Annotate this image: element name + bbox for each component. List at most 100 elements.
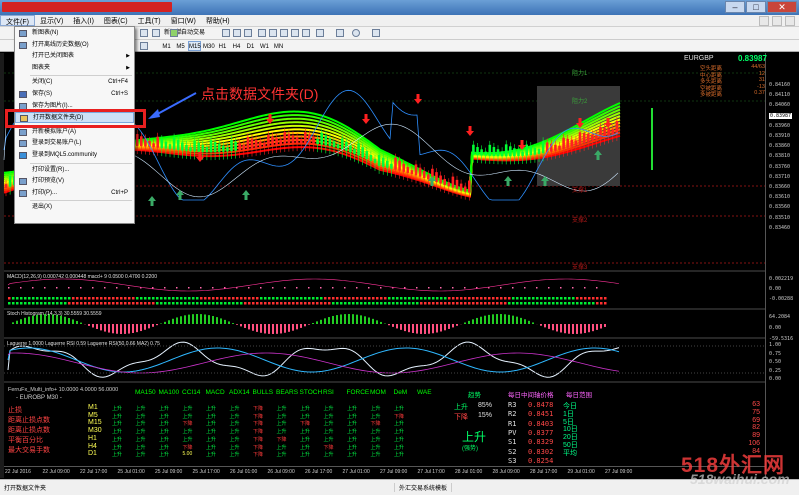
file-menu-item-9[interactable]: 登录到交易账户(L) [15,138,134,149]
macd-dot [16,302,19,305]
file-menu-label: 打印预览(V) [32,178,64,185]
indicator-header: FORCE [346,389,370,396]
file-menu-shortcut: Ctrl+S [111,91,128,97]
macd-dot [72,302,75,305]
macd-dot [88,302,91,305]
stoch-bar [576,324,578,334]
signal-cell: 上升 [323,413,334,420]
file-menu-item-5[interactable]: 保存(S) Ctrl+S [15,89,134,100]
macd-dot [248,297,251,300]
macd-dot [88,297,91,300]
big-signal-sub: (强势) [462,446,478,452]
candle-body [422,171,426,179]
candle-body [525,144,528,156]
signal-cell: 上升 [370,444,381,451]
macd-dot [272,297,275,300]
macd-dot [544,297,547,300]
macd-dot [504,302,507,305]
candle-body [263,142,266,147]
macd-dot [212,302,215,305]
down-label: 下降 [454,414,468,421]
stoch-bar [556,324,558,332]
signal-cell: 下降 [394,413,405,420]
candle-body [582,133,586,144]
file-menu-item-2[interactable]: 打开已关闭图表 ▶ [15,51,134,62]
stoch-bar [492,314,494,324]
file-menu-item-0[interactable]: 新图表(N) [15,28,134,39]
file-menu-item-13[interactable]: 打印(P)... Ctrl+P [15,188,134,199]
macd-dot [580,297,583,300]
candle-body [312,136,315,144]
stoch-bar [224,319,226,324]
macd-dot [96,302,99,305]
macd-dot [332,297,335,300]
day-range-value: 89 [752,432,760,440]
macd-dot [200,297,203,300]
macd-dot [216,302,219,305]
stoch-bar [16,320,18,324]
time-tick: 28 Jul 01:00 [455,469,483,475]
pivot-value: 0.8302 [528,447,554,456]
macd-dot [316,302,319,305]
candle-body [176,140,180,151]
macd-dot [600,297,603,300]
stoch-bar [564,324,566,334]
macd-dot [388,302,391,305]
stoch-bar [220,318,222,324]
stoch-bar [416,324,418,334]
macd-dot [396,297,399,300]
macd-dot [600,302,603,305]
file-menu-item-12[interactable]: 打印预览(V) [15,176,134,187]
macd-dot [288,297,291,300]
stoch-bar [568,324,570,334]
stoch-bar [140,324,142,332]
macd-dot [196,302,199,305]
macd-dot [428,302,431,305]
macd-dot [604,297,607,300]
macd-dot [540,302,543,305]
stoch-bar [368,317,370,324]
demo-account-icon [19,128,27,136]
timeframe-row-label: M30 [88,427,102,435]
candle-body [570,139,574,147]
candle-body [480,149,483,156]
macd-dot [32,287,34,289]
macd-dot [116,302,119,305]
macd-dot [500,287,502,289]
file-menu-item-1[interactable]: 打开离线历史数据(O) [15,40,134,51]
file-menu-item-4[interactable]: 关闭(C) Ctrl+F4 [15,77,134,88]
macd-dot [24,302,27,305]
macd-dot [104,287,106,289]
macd-dot [484,302,487,305]
signal-cell: 上升 [135,444,146,451]
macd-dot [420,302,423,305]
stoch-bar [244,324,246,328]
macd-dot [416,287,418,289]
signal-cell: 上升 [112,421,123,428]
file-menu-item-8[interactable]: 开新模拟账户(A) [15,127,134,138]
macd-dot [472,302,475,305]
macd-dot [268,302,271,305]
macd-dot [176,302,179,305]
signal-cell: 上升 [229,421,240,428]
signal-cell: 下降 [370,421,381,428]
file-menu-item-3[interactable]: 图表夹 ▶ [15,63,134,74]
macd-dot [568,297,571,300]
symbol-label: EURGBP [684,55,714,62]
pane-axis-tick: 0.00 [769,286,782,292]
indicator-header: MACD [205,389,225,396]
candle-body [394,157,397,170]
candle-body [164,141,168,149]
info-row-value: 0.37 [754,90,765,96]
file-menu-item-10[interactable]: 登录到MQL5.community [15,150,134,161]
pivot-key: PV [508,428,517,437]
timeframe-row-label: D1 [88,450,97,458]
file-menu-item-14[interactable]: 退出(X) [15,202,134,213]
pivot-key: R2 [508,410,517,419]
file-menu-item-11[interactable]: 打印设置(R)... [15,165,134,176]
up-label: 上升 [454,404,468,411]
macd-dot [48,302,51,305]
macd-dot [372,302,375,305]
macd-dot [532,302,535,305]
risk-label: 止损 [8,407,22,414]
